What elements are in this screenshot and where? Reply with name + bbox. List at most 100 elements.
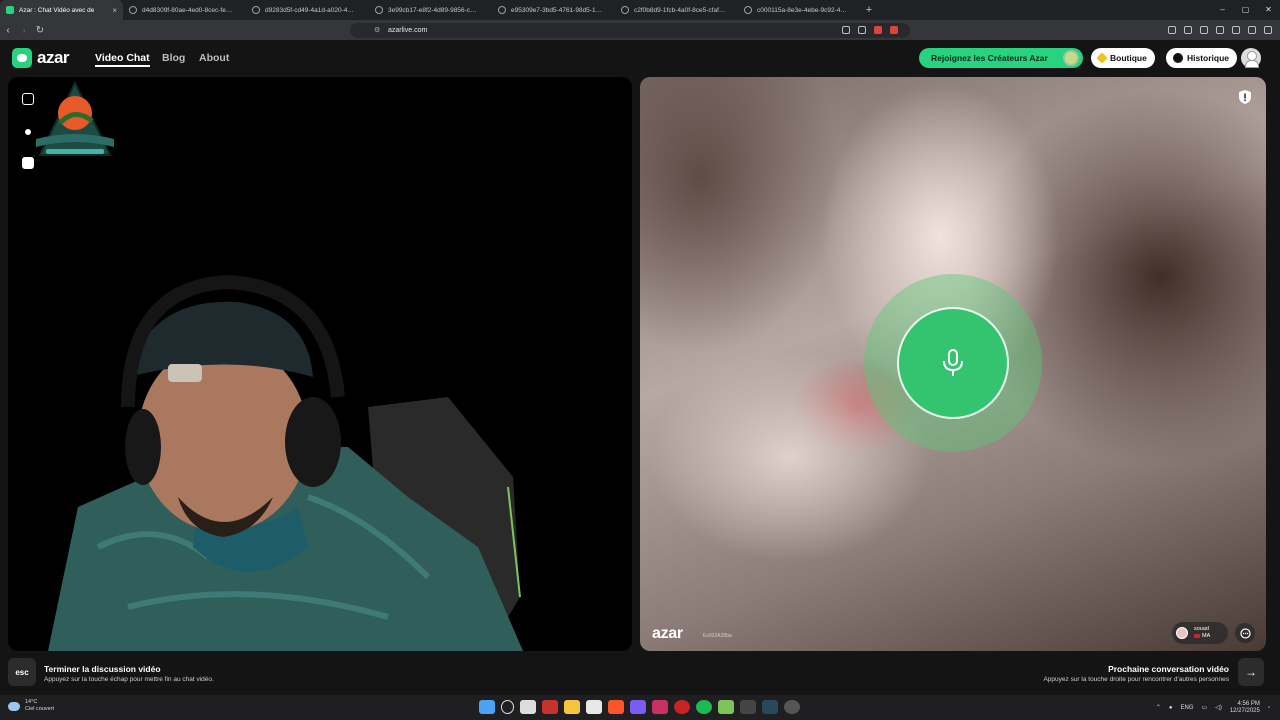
- end-call-esc-button[interactable]: esc: [8, 658, 36, 686]
- creator-badge-icon: [1063, 50, 1079, 66]
- globe-icon: [129, 6, 137, 14]
- share-icon[interactable]: [858, 26, 866, 34]
- partner-profile-chip[interactable]: souad MA: [1172, 622, 1228, 644]
- tab-title: d4d8309f-80ae-4ed0-8cec-fe9942a: [142, 6, 234, 14]
- weather-condition: Ciel couvert: [25, 706, 55, 712]
- tab-item[interactable]: d4d8309f-80ae-4ed0-8cec-fe9942a: [123, 0, 246, 20]
- close-window-button[interactable]: ✕: [1257, 0, 1280, 20]
- taskbar-apps: [479, 700, 800, 714]
- nav-link-video-chat[interactable]: Video Chat: [95, 52, 150, 67]
- nav-link-about[interactable]: About: [199, 52, 229, 64]
- system-tray: ⌃ ● ENG ▭ ◁) 4:56 PM 12/27/2025 ▫: [1156, 695, 1270, 720]
- next-chat-title: Prochaine conversation vidéo: [1108, 664, 1229, 674]
- sidebar-icon[interactable]: [1200, 26, 1208, 34]
- address-bar-row: ‹ › ↻ ⚑ ⚙ azarlive.com: [0, 20, 1280, 40]
- file-explorer-icon[interactable]: [564, 700, 580, 714]
- chevron-up-icon[interactable]: ⌃: [1156, 704, 1161, 711]
- windows-start-icon[interactable]: [479, 700, 495, 714]
- next-chat-button[interactable]: →: [1238, 658, 1264, 686]
- vpn-shield-icon[interactable]: [1248, 26, 1256, 34]
- tab-item[interactable]: 3e99cb17-e8f2-4d89-9856-cbb91d: [369, 0, 492, 20]
- microphone-tray-icon[interactable]: ●: [1169, 705, 1173, 711]
- task-view-icon[interactable]: [520, 700, 536, 714]
- report-shield-icon[interactable]: [1238, 89, 1252, 105]
- brave-browser-icon[interactable]: [608, 700, 624, 714]
- local-video-feed: [8, 77, 632, 651]
- arrow-right-icon: →: [1245, 665, 1257, 679]
- site-header: azar Video Chat Blog About Rejoignez les…: [0, 40, 1280, 76]
- microphone-button[interactable]: [897, 307, 1009, 419]
- nav-link-blog[interactable]: Blog: [162, 52, 185, 64]
- chat-button[interactable]: [1235, 623, 1255, 643]
- screenshot-icon[interactable]: [1168, 26, 1176, 34]
- steam-icon[interactable]: [762, 700, 778, 714]
- brave-rewards-icon[interactable]: [890, 26, 898, 34]
- effects-sparkle-icon[interactable]: [25, 129, 31, 135]
- partner-avatar: [1176, 627, 1188, 639]
- wallet-icon[interactable]: [1216, 26, 1224, 34]
- close-tab-icon[interactable]: ×: [112, 6, 117, 15]
- logo-text: azar: [37, 48, 70, 67]
- clock[interactable]: 4:56 PM 12/27/2025: [1230, 701, 1260, 715]
- reload-icon[interactable]: ↻: [32, 25, 48, 36]
- back-arrow-icon[interactable]: ‹: [0, 25, 16, 36]
- menu-icon[interactable]: [1264, 26, 1272, 34]
- tab-item[interactable]: d9283d5f-cd49-4a1d-a020-4db20fc: [246, 0, 369, 20]
- discord-icon[interactable]: [630, 700, 646, 714]
- azar-logo[interactable]: azar: [12, 48, 70, 68]
- forward-arrow-icon[interactable]: ›: [16, 25, 32, 36]
- tab-title: 3e99cb17-e8f2-4d89-9856-cbb91d: [388, 6, 480, 14]
- opera-icon[interactable]: [674, 700, 690, 714]
- media-icon[interactable]: [1184, 26, 1192, 34]
- windows-taskbar: 14°C Ciel couvert ⌃ ● ENG ▭ ◁) 4:56 PM 1…: [0, 695, 1280, 720]
- end-call-title: Terminer la discussion vidéo: [44, 664, 161, 674]
- app-icon[interactable]: [652, 700, 668, 714]
- local-camera-person: [48, 274, 523, 651]
- tab-title: Azar : Chat Vidéo avec de: [19, 6, 95, 14]
- argan-channel-logo: [36, 80, 114, 156]
- store-icon[interactable]: [586, 700, 602, 714]
- tab-item[interactable]: c2f0b8d9-1fcb-4a0f-8ce5-cfaf44d6: [615, 0, 738, 20]
- tab-title: d9283d5f-cd49-4a1d-a020-4db20fc: [265, 6, 357, 14]
- app-icon[interactable]: [542, 700, 558, 714]
- window-controls: – ▢ ✕: [1211, 0, 1280, 20]
- install-app-icon[interactable]: [842, 26, 850, 34]
- globe-icon: [621, 6, 629, 14]
- game-launcher-icon[interactable]: [718, 700, 734, 714]
- spotify-icon[interactable]: [696, 700, 712, 714]
- end-call-hint: Appuyez sur la touche échap pour mettre …: [44, 676, 214, 683]
- expand-icon[interactable]: [22, 93, 34, 105]
- new-tab-button[interactable]: +: [861, 4, 877, 16]
- toolbar-extensions: [1168, 20, 1272, 40]
- history-button[interactable]: Historique: [1166, 48, 1238, 68]
- join-creators-button[interactable]: Rejoignez les Créateurs Azar: [919, 48, 1083, 68]
- face-filter-icon[interactable]: [22, 157, 34, 169]
- weather-widget[interactable]: 14°C Ciel couvert: [8, 699, 54, 713]
- shop-button[interactable]: Boutique: [1091, 48, 1155, 68]
- globe-icon: [498, 6, 506, 14]
- weather-text: 14°C Ciel couvert: [25, 699, 54, 713]
- remote-video-feed: azar Ex922A28ba souad MA: [640, 77, 1266, 651]
- language-indicator[interactable]: ENG: [1181, 705, 1194, 711]
- url-input[interactable]: ⚙ azarlive.com: [350, 22, 910, 38]
- tab-azar[interactable]: Azar : Chat Vidéo avec de ×: [0, 0, 123, 20]
- app-icon[interactable]: [740, 700, 756, 714]
- watermark-id: Ex922A28ba: [703, 633, 732, 639]
- brave-shields-icon[interactable]: [874, 26, 882, 34]
- maximize-button[interactable]: ▢: [1234, 0, 1257, 20]
- search-icon[interactable]: [501, 700, 514, 714]
- site-info-icon[interactable]: ⚙: [374, 23, 380, 38]
- profile-avatar[interactable]: [1241, 48, 1261, 68]
- notification-bell-icon[interactable]: ▫: [1268, 705, 1270, 711]
- tab-item[interactable]: c000115a-8e3e-4ebe-9c92-4c2fd02: [738, 0, 861, 20]
- tab-item[interactable]: e95309e7-3bd5-4761-98d5-1da6b8: [492, 0, 615, 20]
- tab-title: c000115a-8e3e-4ebe-9c92-4c2fd02: [757, 6, 849, 14]
- ai-assistant-icon[interactable]: [1232, 26, 1240, 34]
- network-icon[interactable]: ▭: [1202, 704, 1208, 711]
- partner-name: souad: [1194, 626, 1209, 632]
- gem-icon: [1096, 52, 1108, 64]
- cloud-icon: [8, 701, 20, 711]
- settings-icon[interactable]: [784, 700, 800, 714]
- minimize-button[interactable]: –: [1211, 0, 1234, 20]
- volume-icon[interactable]: ◁): [1215, 704, 1222, 711]
